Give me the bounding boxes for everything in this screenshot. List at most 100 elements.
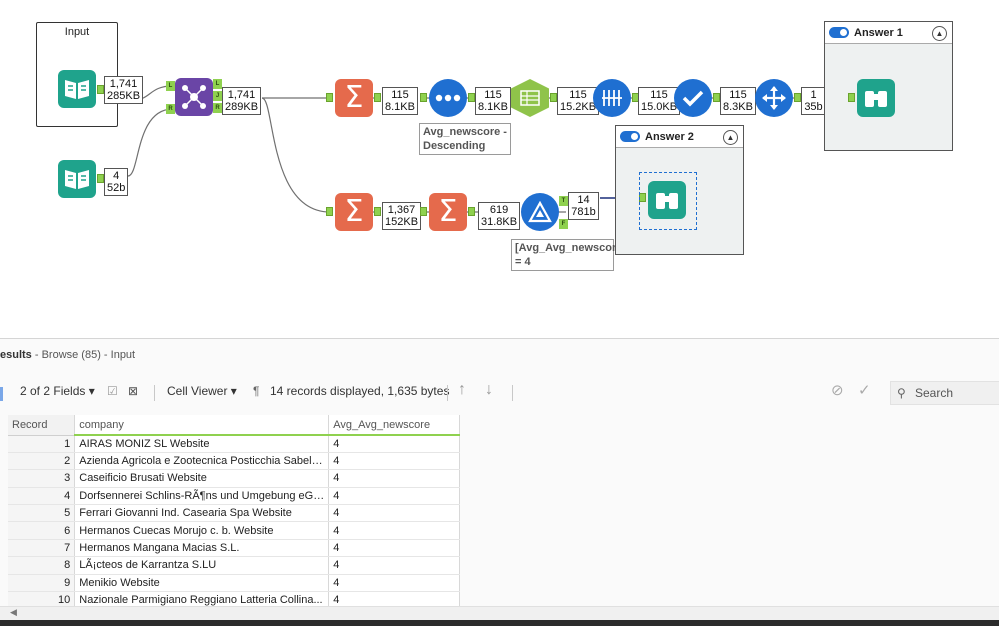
join-right-anchor[interactable]: R [166, 104, 175, 114]
record-count-select: 115 8.3KB [720, 87, 756, 115]
join-tool[interactable] [175, 78, 213, 116]
book-icon [65, 170, 89, 189]
table-row[interactable]: 8 LÃ¡cteos de Karrantza S.LU 4 [8, 556, 460, 575]
cancel-icon[interactable]: ⊘ [831, 381, 844, 399]
browse1-input-anchor[interactable] [848, 93, 855, 102]
summarize3-input-anchor[interactable] [420, 207, 427, 216]
apply-check-icon[interactable]: ✓ [858, 381, 871, 399]
toolbar-divider [512, 385, 513, 401]
join-output-j-anchor[interactable]: J [213, 91, 222, 101]
edit-checkbox-icon[interactable]: ☑ [107, 384, 118, 398]
table-row[interactable]: 3 Caseificio Brusati Website 4 [8, 469, 460, 488]
company-cell[interactable]: AIRAS MONIZ SL Website [74, 435, 330, 453]
summarize3-output-anchor[interactable] [468, 207, 475, 216]
score-cell[interactable]: 4 [328, 487, 460, 506]
join-output-l-anchor[interactable]: L [213, 79, 222, 89]
company-cell[interactable]: LÃ¡cteos de Karrantza S.LU [74, 556, 330, 575]
company-cell[interactable]: Caseificio Brusati Website [74, 469, 330, 488]
sample-output-anchor[interactable] [794, 93, 801, 102]
company-cell[interactable]: Menikio Website [74, 574, 330, 593]
browse-tool-2[interactable] [648, 181, 686, 219]
table-row[interactable]: 2 Azienda Agricola e Zootecnica Posticchi… [8, 452, 460, 471]
workflow-canvas[interactable]: Input 1,741 285KB 4 52b L R L J R 1,741 289… [0, 0, 999, 338]
sigma-icon: Σ [438, 194, 458, 229]
score-cell[interactable]: 4 [328, 539, 460, 558]
score-cell[interactable]: 4 [328, 504, 460, 523]
summarize1-input-anchor[interactable] [326, 93, 333, 102]
company-cell[interactable]: Dorfsennerei Schlins-RÃ¶ns und Umgebung … [74, 487, 330, 506]
table-row[interactable]: 4 Dorfsennerei Schlins-RÃ¶ns und Umgebung… [8, 487, 460, 506]
join-left-anchor[interactable]: L [166, 81, 175, 91]
browse-tool-1[interactable] [857, 79, 895, 117]
column-header-company[interactable]: company [74, 415, 330, 436]
company-cell[interactable]: Azienda Agricola e Zootecnica Posticchia… [74, 452, 330, 471]
horizontal-scrollbar[interactable]: ◀ [0, 606, 999, 620]
summarize2-output-anchor[interactable] [374, 207, 381, 216]
record-count-summarize1: 115 8.1KB [382, 87, 418, 115]
score-cell[interactable]: 4 [328, 452, 460, 471]
record-count-input1: 1,741 285KB [104, 76, 144, 104]
table-row[interactable]: 6 Hermanos Cuecas Morujo c. b. Website 4 [8, 521, 460, 540]
binoculars-icon [865, 91, 887, 107]
answer1-collapse-button[interactable]: ▲ [932, 26, 947, 41]
summarize-tool-2[interactable]: Σ [335, 193, 373, 231]
input-data-tool-2[interactable] [58, 160, 96, 198]
company-cell[interactable]: Hermanos Cuecas Morujo c. b. Website [74, 521, 330, 540]
input2-output-anchor[interactable] [97, 174, 104, 183]
sigma-icon: Σ [344, 194, 364, 229]
sort-annotation: Avg_newscore - Descending [419, 123, 511, 155]
arrow-down-icon[interactable]: ↓ [485, 381, 493, 399]
answer2-toggle[interactable] [620, 131, 640, 142]
score-cell[interactable]: 4 [328, 574, 460, 593]
score-cell[interactable]: 4 [328, 521, 460, 540]
select-output-anchor[interactable] [713, 93, 720, 102]
results-grid[interactable]: Record company Avg_Avg_newscore 1 AIRAS M… [8, 415, 460, 610]
table-row[interactable]: 9 Menikio Website 4 [8, 574, 460, 593]
table-row[interactable]: 5 Ferrari Giovanni Ind. Casearia Spa Webs… [8, 504, 460, 523]
input-data-tool-1[interactable] [58, 70, 96, 108]
company-cell[interactable]: Ferrari Giovanni Ind. Casearia Spa Websi… [74, 504, 330, 523]
transpose-tool[interactable] [593, 79, 631, 117]
summarize2-input-anchor[interactable] [326, 207, 333, 216]
sample-tool[interactable] [755, 79, 793, 117]
company-cell[interactable]: Hermanos Mangana Macias S.L. [74, 539, 330, 558]
record-number: 5 [8, 504, 76, 523]
column-header-record[interactable]: Record [8, 415, 76, 436]
fields-dropdown[interactable]: 2 of 2 Fields ▾ [20, 384, 95, 398]
filter-annotation: [Avg_Avg_newscore] = 4 [511, 239, 626, 271]
input1-output-anchor[interactable] [97, 85, 104, 94]
sort-tool[interactable] [429, 79, 467, 117]
summarize-tool-3[interactable]: Σ [429, 193, 467, 231]
summarize-tool-1[interactable]: Σ [335, 79, 373, 117]
search-input[interactable]: ⚲ Search [890, 381, 999, 405]
score-cell[interactable]: 4 [328, 435, 460, 453]
record-number: 2 [8, 452, 76, 471]
scroll-left-icon[interactable]: ◀ [10, 607, 17, 618]
sort-output-anchor[interactable] [468, 93, 475, 102]
score-cell[interactable]: 4 [328, 469, 460, 488]
table-row[interactable]: 1 AIRAS MONIZ SL Website 4 [8, 435, 460, 453]
column-header-avg-newscore[interactable]: Avg_Avg_newscore [328, 415, 460, 436]
cell-viewer-dropdown[interactable]: Cell Viewer ▾ [167, 384, 237, 398]
arrow-up-icon[interactable]: ↑ [458, 381, 466, 399]
search-icon: ⚲ [897, 386, 906, 400]
summarize1-output-anchor[interactable] [374, 93, 381, 102]
results-title: esults - Browse (85) - Input [0, 349, 136, 361]
pilcrow-icon[interactable]: ¶ [253, 384, 259, 398]
four-way-arrows-icon [762, 86, 786, 110]
close-box-icon[interactable]: ⊠ [128, 384, 138, 398]
answer2-collapse-button[interactable]: ▲ [723, 130, 738, 145]
sort-input-anchor[interactable] [420, 93, 427, 102]
filter-false-anchor[interactable]: F [559, 219, 568, 229]
crosstab-output-anchor[interactable] [550, 93, 557, 102]
answer1-toggle[interactable] [829, 27, 849, 38]
filter-true-anchor[interactable]: T [559, 196, 568, 206]
sort-dots-icon [435, 94, 461, 102]
table-row[interactable]: 7 Hermanos Mangana Macias S.L. 4 [8, 539, 460, 558]
join-output-r-anchor[interactable]: R [213, 103, 222, 113]
score-cell[interactable]: 4 [328, 556, 460, 575]
filter-triangle-icon [528, 201, 552, 223]
record-number: 4 [8, 487, 76, 506]
select-tool[interactable] [674, 79, 712, 117]
filter-tool[interactable] [521, 193, 559, 231]
